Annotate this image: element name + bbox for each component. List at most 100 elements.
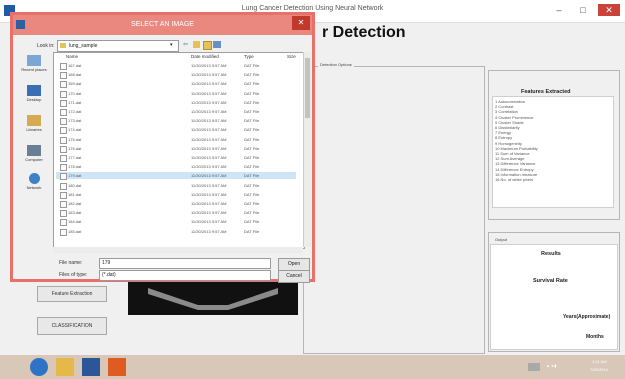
file-row[interactable]: 178.dat 11/30/2013 9:57 AM DAT File bbox=[56, 163, 296, 172]
look-in-value: lung_sample bbox=[69, 43, 98, 49]
file-row[interactable]: 185.dat 11/30/2013 9:57 AM DAT File bbox=[56, 228, 296, 236]
file-row[interactable]: 177.dat 11/30/2013 9:57 AM DAT File bbox=[56, 154, 296, 162]
clock-date[interactable]: 7/26/2014 bbox=[590, 367, 608, 372]
file-icon bbox=[60, 109, 67, 116]
chevron-down-icon: ▾ bbox=[170, 42, 173, 48]
file-row[interactable]: 169.dat 11/30/2013 9:57 AM DAT File bbox=[56, 80, 296, 89]
file-date: 11/30/2013 9:57 AM bbox=[191, 191, 227, 197]
select-image-dialog: SELECT AN IMAGE ✕ Look in: lung_sample ▾… bbox=[10, 12, 315, 283]
scroll-thumb[interactable] bbox=[305, 58, 310, 118]
word-icon[interactable] bbox=[82, 358, 100, 376]
column-date[interactable]: Date modified bbox=[191, 54, 219, 59]
dialog-title: SELECT AN IMAGE bbox=[131, 21, 194, 28]
file-icon bbox=[60, 164, 67, 172]
file-name-value: 179 bbox=[102, 260, 111, 266]
file-row[interactable]: 168.dat 11/30/2013 9:57 AM DAT File bbox=[56, 71, 296, 80]
file-type: DAT File bbox=[244, 210, 260, 216]
new-folder-icon[interactable] bbox=[203, 41, 212, 50]
place-computer[interactable]: Computer bbox=[15, 145, 53, 162]
file-name: 168.dat bbox=[68, 72, 82, 78]
desktop-icon bbox=[27, 85, 41, 96]
file-row[interactable]: 182.dat 11/30/2013 9:57 AM DAT File bbox=[56, 200, 296, 208]
look-in-label: Look in: bbox=[37, 43, 55, 49]
file-date: 11/30/2013 9:57 AM bbox=[191, 201, 227, 206]
file-row[interactable]: 183.dat 11/30/2013 9:57 AM DAT File bbox=[56, 209, 296, 218]
file-row[interactable]: 173.dat 11/30/2013 9:57 AM DAT File bbox=[56, 117, 296, 126]
matlab-icon[interactable] bbox=[108, 358, 126, 376]
horizontal-scrollbar[interactable] bbox=[53, 247, 303, 253]
file-icon bbox=[60, 155, 67, 162]
file-name: 175.dat bbox=[68, 136, 82, 142]
file-type: DAT File bbox=[244, 90, 260, 96]
file-name: 172.dat bbox=[68, 109, 82, 114]
minimize-button[interactable]: – bbox=[548, 4, 570, 16]
file-name: 184.dat bbox=[68, 219, 82, 225]
place-label: Network bbox=[26, 185, 42, 190]
files-of-type-select[interactable]: (*.dat) bbox=[99, 270, 271, 281]
file-icon bbox=[60, 228, 67, 236]
file-icon bbox=[60, 145, 67, 153]
file-icon bbox=[60, 72, 67, 80]
file-icon bbox=[60, 99, 67, 107]
file-name: 171.dat bbox=[68, 99, 82, 105]
file-name: 174.dat bbox=[68, 127, 82, 133]
dialog-close-button[interactable]: ✕ bbox=[292, 16, 310, 30]
file-row[interactable]: 167.dat 11/30/2013 9:57 AM DAT File bbox=[56, 62, 296, 70]
keyboard-icon[interactable] bbox=[528, 363, 540, 371]
column-type[interactable]: Type bbox=[244, 54, 254, 59]
file-explorer-icon[interactable] bbox=[56, 358, 74, 376]
file-row[interactable]: 175.dat 11/30/2013 9:57 AM DAT File bbox=[56, 136, 296, 144]
cancel-button[interactable]: Cancel bbox=[278, 270, 310, 283]
place-recent[interactable]: Recent places bbox=[15, 55, 53, 72]
file-row[interactable]: 179.dat 11/30/2013 9:57 AM DAT File bbox=[56, 172, 296, 181]
classification-button[interactable]: CLASSIFICATION bbox=[37, 317, 107, 335]
file-row[interactable]: 180.dat 11/30/2013 9:57 AM DAT File bbox=[56, 182, 296, 190]
file-type: DAT File bbox=[244, 118, 260, 124]
file-date: 11/30/2013 9:57 AM bbox=[191, 90, 227, 96]
tray-icons[interactable]: ▲ ◂ ▮ bbox=[546, 363, 556, 368]
image-preview-axes bbox=[128, 280, 298, 315]
file-row[interactable]: 176.dat 11/30/2013 9:57 AM DAT File bbox=[56, 145, 296, 153]
file-list: Name Date modified Type Size 167.dat 11/3… bbox=[53, 52, 305, 249]
place-network[interactable]: Network bbox=[15, 173, 53, 190]
file-type: DAT File bbox=[244, 201, 260, 206]
vertical-scrollbar[interactable] bbox=[303, 52, 311, 247]
file-row[interactable]: 172.dat 11/30/2013 9:57 AM DAT File bbox=[56, 108, 296, 116]
file-name: 179.dat bbox=[68, 173, 82, 179]
file-row[interactable]: 184.dat 11/30/2013 9:57 AM DAT File bbox=[56, 218, 296, 227]
up-folder-icon[interactable] bbox=[193, 41, 200, 48]
files-of-type-label: Files of type: bbox=[59, 272, 88, 278]
window-close-button[interactable]: ✕ bbox=[598, 4, 620, 16]
column-name[interactable]: Name bbox=[66, 54, 78, 59]
file-name: 185.dat bbox=[68, 228, 82, 234]
file-rows: 167.dat 11/30/2013 9:57 AM DAT File 168.dat… bbox=[56, 62, 302, 245]
place-desktop[interactable]: Desktop bbox=[15, 85, 53, 102]
back-icon[interactable]: ⇦ bbox=[183, 41, 188, 48]
file-row[interactable]: 170.dat 11/30/2013 9:57 AM DAT File bbox=[56, 90, 296, 98]
file-type: DAT File bbox=[244, 228, 260, 234]
place-label: Computer bbox=[25, 157, 43, 162]
file-type: DAT File bbox=[244, 136, 260, 142]
file-icon bbox=[60, 173, 67, 181]
column-size[interactable]: Size bbox=[287, 54, 296, 59]
file-icon bbox=[60, 191, 67, 199]
file-type: DAT File bbox=[244, 127, 260, 133]
folder-icon bbox=[60, 43, 66, 48]
file-name-label: File name: bbox=[59, 260, 83, 266]
file-name: 183.dat bbox=[68, 210, 82, 216]
file-row[interactable]: 181.dat 11/30/2013 9:57 AM DAT File bbox=[56, 191, 296, 199]
place-libraries[interactable]: Libraries bbox=[15, 115, 53, 132]
file-type: DAT File bbox=[244, 219, 260, 225]
window-title: Lung Cancer Detection Using Neural Netwo… bbox=[241, 5, 384, 12]
file-row[interactable]: 171.dat 11/30/2013 9:57 AM DAT File bbox=[56, 99, 296, 107]
clock-time[interactable]: 1:01 AM bbox=[592, 359, 607, 364]
file-row[interactable]: 174.dat 11/30/2013 9:57 AM DAT File bbox=[56, 126, 296, 135]
file-type: DAT File bbox=[244, 191, 260, 197]
ie-browser-icon[interactable] bbox=[30, 358, 48, 376]
look-in-select[interactable]: lung_sample ▾ bbox=[57, 40, 179, 52]
maximize-button[interactable]: □ bbox=[572, 4, 594, 16]
file-type: DAT File bbox=[244, 173, 260, 179]
file-name-input[interactable]: 179 bbox=[99, 258, 271, 269]
view-menu-icon[interactable] bbox=[213, 41, 221, 48]
feature-extraction-button[interactable]: Feature Extraction bbox=[37, 286, 107, 302]
